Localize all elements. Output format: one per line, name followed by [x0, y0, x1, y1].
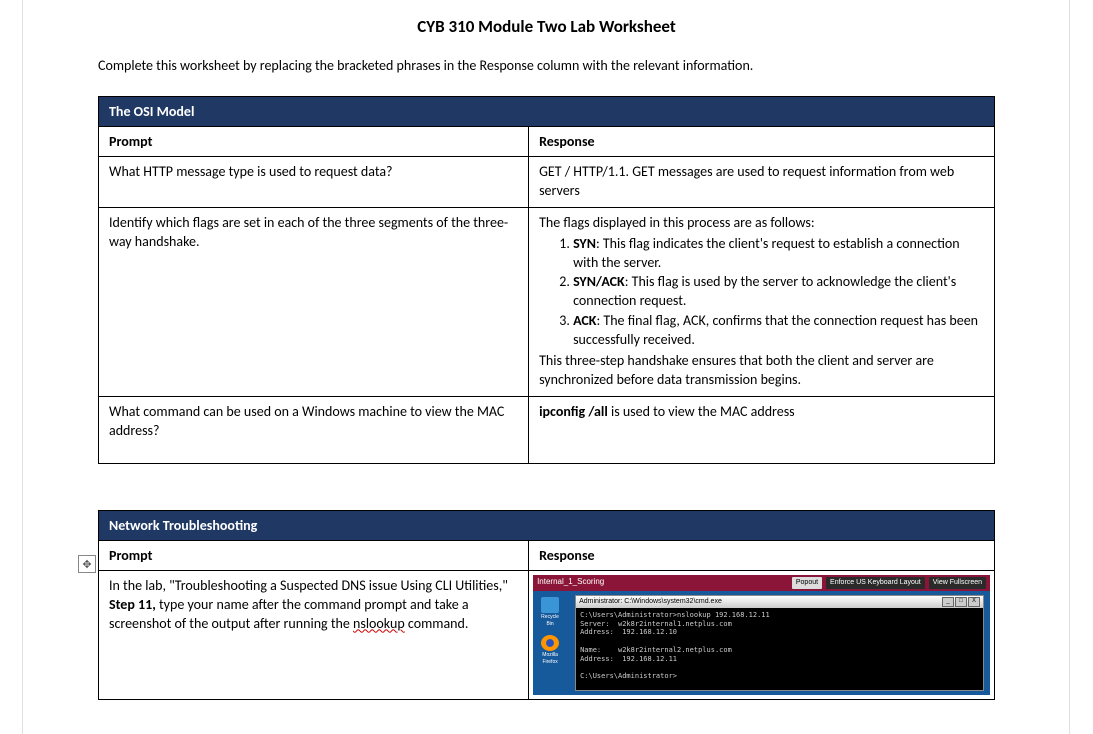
response-outro: This three-step handshake ensures that b… [539, 352, 934, 388]
section-header: The OSI Model [99, 97, 995, 127]
cmd-output: C:\Users\Administrator>nslookup 192.168.… [576, 608, 983, 684]
response-cell[interactable]: GET / HTTP/1.1. GET messages are used to… [529, 157, 995, 208]
list-item: ACK: The final flag, ACK, confirms that … [573, 312, 984, 350]
popout-button[interactable]: Popout [792, 577, 822, 588]
prompt-cell: Identify which flags are set in each of … [99, 207, 529, 396]
response-rest: is used to view the MAC address [608, 403, 795, 420]
cmd-title-text: Administrator: C:\Windows\system32\cmd.e… [579, 597, 722, 606]
response-cell[interactable]: The flags displayed in this process are … [529, 207, 995, 396]
prompt-cell: In the lab, "Troubleshooting a Suspected… [99, 570, 529, 699]
section-header: Network Troubleshooting [99, 510, 995, 540]
fullscreen-button[interactable]: View Fullscreen [929, 577, 986, 588]
column-header-prompt: Prompt [99, 540, 529, 570]
prompt-cell: What command can be used on a Windows ma… [99, 396, 529, 463]
minimize-button[interactable]: _ [942, 597, 954, 607]
list-item: SYN/ACK: This flag is used by the server… [573, 273, 984, 311]
command-prompt-window[interactable]: Administrator: C:\Windows\system32\cmd.e… [575, 595, 984, 691]
response-cell[interactable]: Internal_1_Scoring Popout Enforce US Key… [529, 570, 995, 699]
table-section-row: The OSI Model [99, 97, 995, 127]
prompt-part: command. [405, 615, 469, 632]
table-header-row: Prompt Response [99, 127, 995, 157]
table-row: Identify which flags are set in each of … [99, 207, 995, 396]
list-item: SYN: This flag indicates the client's re… [573, 235, 984, 273]
prompt-cell: What HTTP message type is used to reques… [99, 157, 529, 208]
firefox-icon[interactable]: Mozilla Firefox [539, 635, 561, 666]
icon-label: Recycle Bin [539, 614, 561, 628]
page-title: CYB 310 Module Two Lab Worksheet [98, 16, 995, 37]
flag-list: SYN: This flag indicates the client's re… [539, 235, 984, 350]
keyboard-button[interactable]: Enforce US Keyboard Layout [826, 577, 925, 588]
instructions-text: Complete this worksheet by replacing the… [98, 57, 995, 74]
table-section-row: Network Troubleshooting [99, 510, 995, 540]
table-row: What HTTP message type is used to reques… [99, 157, 995, 208]
flag-desc: : This flag is used by the server to ack… [573, 273, 956, 309]
window-controls: _ □ X [942, 597, 980, 607]
trash-icon [541, 597, 559, 613]
column-header-response: Response [529, 540, 995, 570]
vm-top-bar: Internal_1_Scoring Popout Enforce US Key… [533, 575, 990, 591]
network-troubleshooting-table: Network Troubleshooting Prompt Response … [98, 510, 995, 700]
cmd-title-bar: Administrator: C:\Windows\system32\cmd.e… [576, 596, 983, 608]
osi-model-table: The OSI Model Prompt Response What HTTP … [98, 96, 995, 464]
vm-top-bar-controls: Popout Enforce US Keyboard Layout View F… [792, 577, 986, 588]
recycle-bin-icon[interactable]: Recycle Bin [539, 597, 561, 628]
flag-name: SYN [573, 235, 596, 252]
column-header-response: Response [529, 127, 995, 157]
maximize-button[interactable]: □ [955, 597, 967, 607]
vm-title: Internal_1_Scoring [537, 577, 604, 588]
table-row: What command can be used on a Windows ma… [99, 396, 995, 463]
icon-label: Mozilla Firefox [539, 652, 561, 666]
document-page: CYB 310 Module Two Lab Worksheet Complet… [0, 0, 1093, 700]
prompt-command-word: nslookup [353, 615, 405, 632]
document-content: CYB 310 Module Two Lab Worksheet Complet… [0, 0, 1093, 700]
embedded-screenshot: Internal_1_Scoring Popout Enforce US Key… [533, 575, 990, 695]
table-anchor-icon[interactable]: ✥ [78, 555, 96, 573]
flag-name: ACK [573, 312, 596, 329]
flag-desc: : The final flag, ACK, confirms that the… [573, 312, 978, 348]
column-header-prompt: Prompt [99, 127, 529, 157]
table-header-row: Prompt Response [99, 540, 995, 570]
prompt-part: In the lab, "Troubleshooting a Suspected… [109, 577, 508, 594]
response-intro: The flags displayed in this process are … [539, 214, 815, 231]
vm-desktop-icons: Recycle Bin Mozilla Firefox [539, 597, 561, 666]
browser-icon [541, 635, 559, 651]
prompt-step: Step 11, [109, 596, 156, 613]
flag-desc: : This flag indicates the client's reque… [573, 235, 960, 271]
table-row: In the lab, "Troubleshooting a Suspected… [99, 570, 995, 699]
flag-name: SYN/ACK [573, 273, 625, 290]
command-text: ipconfig /all [539, 403, 608, 420]
response-cell[interactable]: ipconfig /all is used to view the MAC ad… [529, 396, 995, 463]
close-button[interactable]: X [968, 597, 980, 607]
